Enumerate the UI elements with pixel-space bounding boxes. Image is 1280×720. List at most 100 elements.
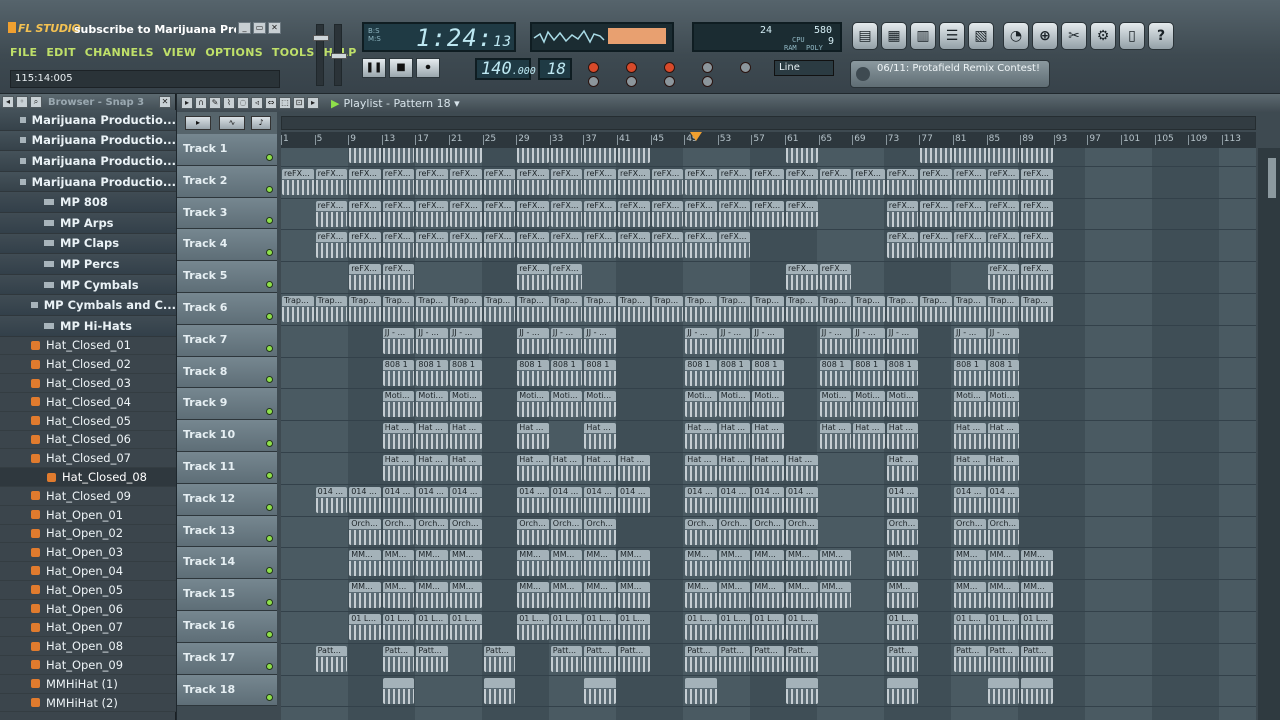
browser-file[interactable]: MMHiHat (2) (0, 693, 176, 713)
pattern-clip[interactable]: Orch... (685, 518, 717, 545)
tool-button-2[interactable]: ∿ (219, 116, 245, 130)
track-header[interactable]: Track 17 (177, 642, 277, 675)
pattern-clip[interactable]: MM... (416, 582, 448, 609)
pattern-clip[interactable]: Hat ... (450, 423, 482, 450)
pattern-clip[interactable]: Orch... (786, 518, 818, 545)
step-seq-icon[interactable]: ▦ (881, 22, 907, 50)
track-mute-led[interactable] (266, 344, 273, 352)
pattern-clip[interactable]: MM... (550, 550, 583, 577)
pattern-clip[interactable]: MM... (786, 582, 818, 609)
pattern-clip[interactable]: Hat ... (752, 455, 784, 481)
pattern-clip[interactable]: MM... (382, 550, 415, 577)
browser-folder[interactable]: Marijuana Productio... (0, 171, 176, 193)
pattern-clip[interactable]: Patt... (382, 645, 415, 672)
browser-file[interactable]: Hat_Open_03 (0, 543, 176, 563)
pattern-clip[interactable]: reFX... (483, 232, 516, 259)
pattern-clip[interactable]: Moti... (853, 391, 885, 418)
pattern-clip[interactable]: Hat ... (819, 423, 852, 450)
pattern-clip[interactable]: 014 ... (954, 486, 986, 513)
browser-folder[interactable]: MP 808 (0, 192, 176, 213)
pause-button[interactable]: ❚❚ (362, 58, 386, 78)
pattern-clip[interactable]: reFX... (584, 200, 616, 227)
pattern-clip[interactable]: Moti... (752, 391, 784, 418)
pattern-clip[interactable]: reFX... (1021, 148, 1053, 163)
track-mute-led[interactable] (266, 249, 273, 257)
collapse-icon[interactable]: ◦ (16, 96, 28, 108)
pattern-clip[interactable]: Orch... (550, 518, 583, 545)
pattern-clip[interactable]: MM... (450, 550, 482, 577)
browser-file[interactable]: Hat_Closed_01 (0, 336, 176, 356)
pattern-clip[interactable]: 014 ... (315, 486, 348, 513)
snap-select[interactable]: Line (774, 60, 834, 76)
pattern-clip[interactable]: reFX... (450, 148, 482, 163)
track-mute-led[interactable] (266, 694, 273, 702)
pattern-clip[interactable]: reFX... (315, 200, 348, 227)
pattern-clip[interactable]: Hat ... (584, 423, 616, 450)
pattern-clip[interactable]: Patt... (618, 645, 650, 672)
pattern-clip[interactable]: 014 ... (685, 486, 717, 513)
pattern-clip[interactable]: Trap... (618, 296, 650, 322)
browser-file[interactable]: Hat_Closed_04 (0, 392, 176, 412)
pattern-clip[interactable]: Trap... (450, 296, 482, 322)
pattern-clip[interactable]: Hat ... (752, 423, 784, 450)
track-mute-led[interactable] (266, 185, 273, 193)
pattern-clip[interactable]: Hat ... (517, 423, 549, 450)
pattern-clip[interactable]: MM... (752, 582, 784, 609)
horizontal-scrollbar[interactable] (281, 116, 1256, 130)
magnet-icon[interactable]: ∩ (195, 97, 207, 109)
pattern-clip[interactable]: Patt... (315, 645, 348, 672)
browser-file[interactable]: Hat_Open_08 (0, 637, 176, 657)
pattern-clip[interactable]: reFX... (517, 168, 549, 195)
pattern-clip[interactable]: Hat ... (584, 455, 616, 481)
pattern-clip[interactable]: reFX... (920, 200, 952, 227)
pattern-clip[interactable]: reFX... (416, 232, 448, 259)
mute-icon[interactable]: ◃ (251, 97, 263, 109)
browser-folder[interactable]: Marijuana Productio... (0, 130, 176, 152)
pattern-clip[interactable]: reFX... (618, 148, 650, 163)
browser-file[interactable]: Hat_Open_07 (0, 618, 176, 638)
pattern-clip[interactable] (382, 677, 415, 704)
pattern-clip[interactable]: Trap... (752, 296, 784, 322)
pattern-clip[interactable]: Moti... (450, 391, 482, 418)
pattern-clip[interactable]: 808 1 (752, 359, 784, 386)
pattern-clip[interactable]: Trap... (718, 296, 751, 322)
pattern-clip[interactable]: 808 1 (819, 359, 852, 386)
pattern-clip[interactable]: reFX... (651, 232, 684, 259)
pattern-clip[interactable]: 014 ... (450, 486, 482, 513)
pattern-clip[interactable]: reFX... (450, 200, 482, 227)
track-header[interactable]: Track 5 (177, 261, 277, 293)
pattern-clip[interactable]: 808 1 (584, 359, 616, 386)
pattern-clip[interactable]: Hat ... (450, 455, 482, 481)
pattern-clip[interactable]: reFX... (483, 168, 516, 195)
track-header[interactable]: Track 11 (177, 452, 277, 484)
track-mute-led[interactable] (266, 439, 273, 447)
pattern-clip[interactable]: reFX... (517, 264, 549, 291)
browser-folder[interactable]: Marijuana Productio... (0, 151, 176, 172)
pattern-clip[interactable]: MM... (517, 582, 549, 609)
pattern-clip[interactable]: Trap... (651, 296, 684, 322)
pattern-clip[interactable]: Patt... (987, 645, 1020, 672)
pattern-clip[interactable]: MM... (517, 550, 549, 577)
pattern-clip[interactable]: Hat ... (853, 423, 885, 450)
pattern-clip[interactable]: reFX... (517, 148, 549, 163)
pattern-clip[interactable]: Trap... (853, 296, 885, 322)
delete-icon[interactable]: ◌ (237, 97, 249, 109)
browser-file[interactable]: Hat_Open_06 (0, 599, 176, 619)
pattern-clip[interactable]: Moti... (819, 391, 852, 418)
pattern-clip[interactable]: 014 ... (752, 486, 784, 513)
pattern-clip[interactable]: 01 L... (752, 614, 784, 640)
pattern-clip[interactable]: Patt... (752, 645, 784, 672)
pattern-clip[interactable]: reFX... (315, 168, 348, 195)
pattern-clip[interactable]: MM... (382, 582, 415, 609)
pattern-clip[interactable]: JJ - ... (416, 327, 448, 354)
pattern-clip[interactable]: MM... (685, 582, 717, 609)
pattern-clip[interactable]: reFX... (920, 148, 952, 163)
browser-folder[interactable]: MP Arps (0, 212, 176, 234)
pattern-clip[interactable]: Patt... (718, 645, 751, 672)
pattern-clip[interactable]: reFX... (349, 232, 381, 259)
cut-icon[interactable]: ✂ (1061, 22, 1087, 50)
pattern-clip[interactable]: Orch... (517, 518, 549, 545)
browser-file[interactable]: Hat_Open_01 (0, 505, 176, 525)
pattern-clip[interactable]: MM... (819, 550, 852, 577)
back-icon[interactable]: ◂ (2, 96, 14, 108)
